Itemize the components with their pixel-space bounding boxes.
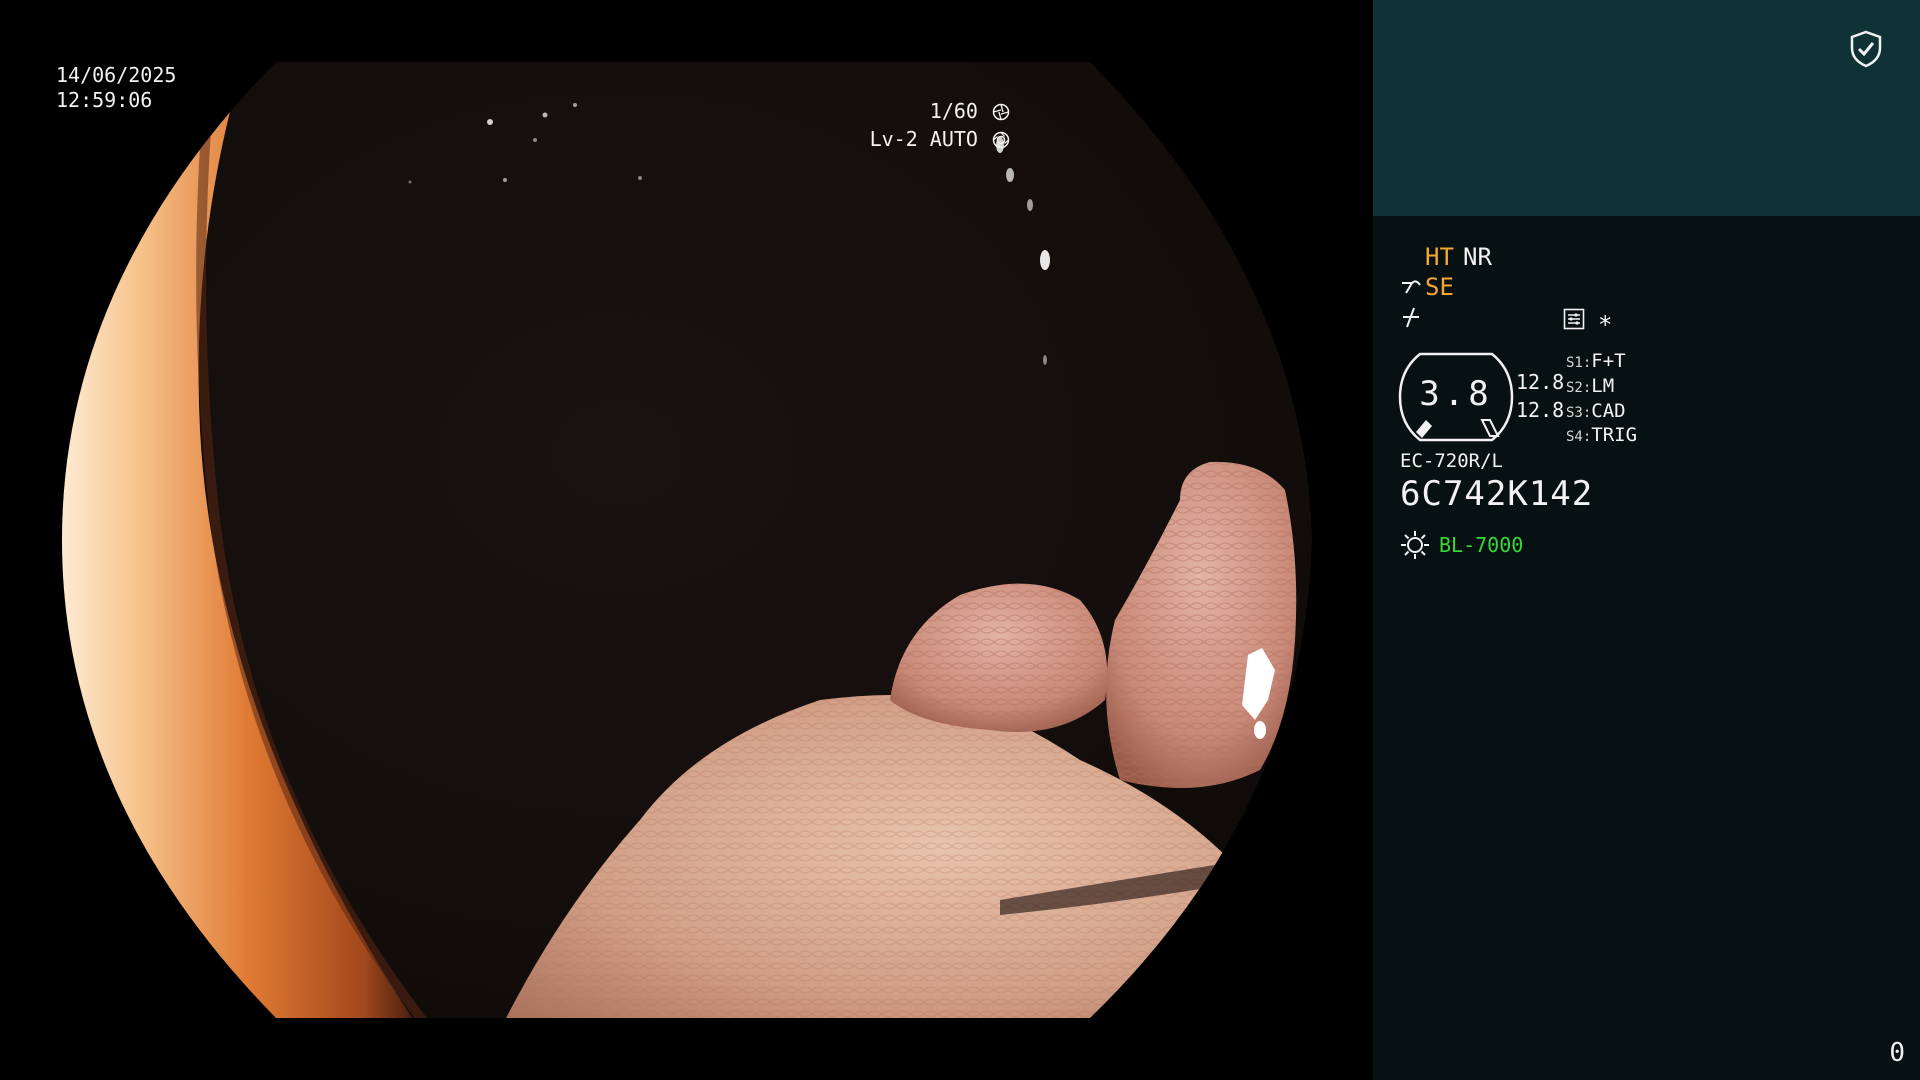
panel-header [1373,0,1920,216]
switch-key: S1: [1566,355,1592,371]
light-source-icon [1401,531,1429,559]
switch-value: LM [1591,375,1615,397]
capture-date: 14/06/2025 [56,63,177,87]
zoom-gauge: 3.8 [1398,350,1514,444]
image-counter: 0 [1889,1038,1905,1068]
exposure-level-value: Lv-2 AUTO [869,127,978,151]
exposure-level: Lv-2 AUTO [870,127,1010,151]
switch-key: S2: [1566,380,1592,396]
settings-list-icon [1563,308,1585,330]
shutter-speed-value: 1/60 [929,99,978,123]
shutter-speed: 1/60 [930,99,1010,123]
status-panel: HT NR SE ∗ 3.8 12.8 12.8 S1:F+T S2:LM S3… [1373,0,1920,1080]
switch-row-s4: S4:TRIG [1566,424,1637,446]
ht-mode-label: HT [1425,243,1454,271]
iris-icon [992,131,1010,149]
scope-serial-number: 6C742K142 [1400,474,1594,514]
capture-time: 12:59:06 [56,88,153,112]
endoscope-video-view: 14/06/2025 12:59:06 1/60 Lv-2 AUTO [0,0,1373,1080]
switch-key: S3: [1566,405,1592,421]
shield-check-icon [1850,30,1882,68]
endoscopic-image [62,62,1312,1018]
star-indicator: ∗ [1598,306,1613,334]
switch-value: CAD [1591,400,1626,422]
structure-icon [1403,307,1419,328]
switch-value: F+T [1591,350,1626,372]
zoom-value: 3.8 [1419,374,1493,414]
switch-row-s2: S2:LM [1566,375,1614,397]
switch-value: TRIG [1591,424,1638,446]
aperture-icon [992,103,1010,121]
scope-model: EC-720R/L [1400,450,1503,472]
gauge-value-bottom: 12.8 [1516,398,1565,422]
se-mode-label: SE [1425,273,1454,301]
switch-row-s1: S1:F+T [1566,350,1626,372]
gauge-value-top: 12.8 [1516,370,1565,394]
nr-mode-label: NR [1463,243,1492,271]
switch-key: S4: [1566,429,1592,445]
light-source-label: BL-7000 [1439,533,1524,557]
enhancement-icon [1402,280,1421,294]
switch-row-s3: S3:CAD [1566,400,1626,422]
